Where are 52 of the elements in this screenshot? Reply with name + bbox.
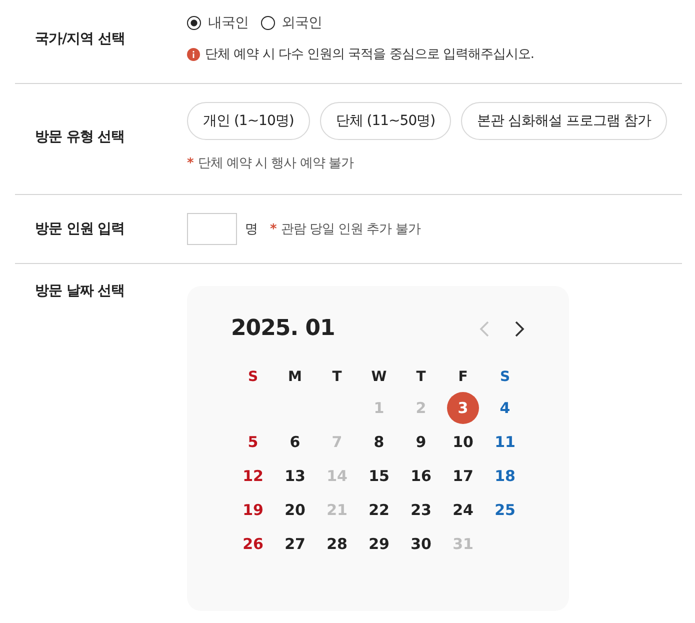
visit-type-button[interactable]: 본관 심화해설 프로그램 참가	[461, 102, 667, 140]
calendar-day[interactable]: 12	[237, 460, 269, 492]
calendar-day[interactable]: 9	[405, 426, 437, 458]
calendar-day[interactable]: 18	[489, 460, 521, 492]
weekday-label: M	[287, 368, 303, 387]
calendar-day[interactable]: 8	[363, 426, 395, 458]
calendar-day[interactable]: 23	[405, 494, 437, 526]
visit-type-button[interactable]: 단체 (11~50명)	[320, 102, 452, 140]
radio-label: 외국인	[282, 14, 322, 32]
required-mark: *	[270, 222, 277, 236]
weekday-label: W	[370, 368, 388, 387]
field-label: 방문 인원 입력	[34, 220, 126, 238]
radio-circle[interactable]	[260, 16, 274, 30]
calendar-day[interactable]: 3	[447, 392, 479, 424]
weekday-label: S	[246, 368, 260, 387]
calendar-day[interactable]: 26	[237, 528, 269, 560]
calendar-day[interactable]: 4	[489, 392, 521, 424]
required-mark: *	[187, 156, 194, 170]
info-icon	[187, 48, 200, 60]
calendar-day[interactable]: 30	[405, 528, 437, 560]
month-title: 2025. 01	[231, 316, 335, 341]
calendar-day[interactable]: 16	[405, 460, 437, 492]
calendar-day[interactable]: 27	[279, 528, 311, 560]
weekday-label: T	[415, 368, 427, 387]
field-label: 방문 유형 선택	[34, 128, 126, 146]
weekday-label: S	[498, 368, 512, 387]
visitor-count-input[interactable]	[187, 213, 237, 245]
calendar-day[interactable]: 24	[447, 494, 479, 526]
field-label: 국가/지역 선택	[34, 30, 126, 48]
calendar-day[interactable]: 11	[489, 426, 521, 458]
field-label: 방문 날짜 선택	[34, 282, 126, 300]
note-text: 관람 당일 인원 추가 불가	[280, 221, 420, 238]
calendar-day[interactable]: 28	[321, 528, 353, 560]
calendar-day[interactable]: 10	[447, 426, 479, 458]
radio-label: 내국인	[208, 14, 248, 32]
calendar-day[interactable]: 5	[237, 426, 269, 458]
calendar-day[interactable]: 22	[363, 494, 395, 526]
note-text: 단체 예약 시 행사 예약 불가	[198, 155, 354, 172]
calendar-day[interactable]: 17	[447, 460, 479, 492]
calendar-day[interactable]: 19	[237, 494, 269, 526]
weekday-label: T	[331, 368, 343, 387]
calendar-day[interactable]: 29	[363, 528, 395, 560]
weekday-label: F	[457, 368, 469, 387]
visit-type-button[interactable]: 개인 (1~10명)	[187, 102, 310, 140]
unit-text: 명	[245, 221, 258, 238]
calendar-day[interactable]: 20	[279, 494, 311, 526]
calendar-day[interactable]: 13	[279, 460, 311, 492]
calendar-day[interactable]: 15	[363, 460, 395, 492]
calendar-day[interactable]: 6	[279, 426, 311, 458]
calendar-day[interactable]: 25	[489, 494, 521, 526]
radio-circle[interactable]	[187, 16, 201, 30]
notice-text: 단체 예약 시 다수 인원의 국적을 중심으로 입력해주십시오.	[205, 46, 534, 63]
